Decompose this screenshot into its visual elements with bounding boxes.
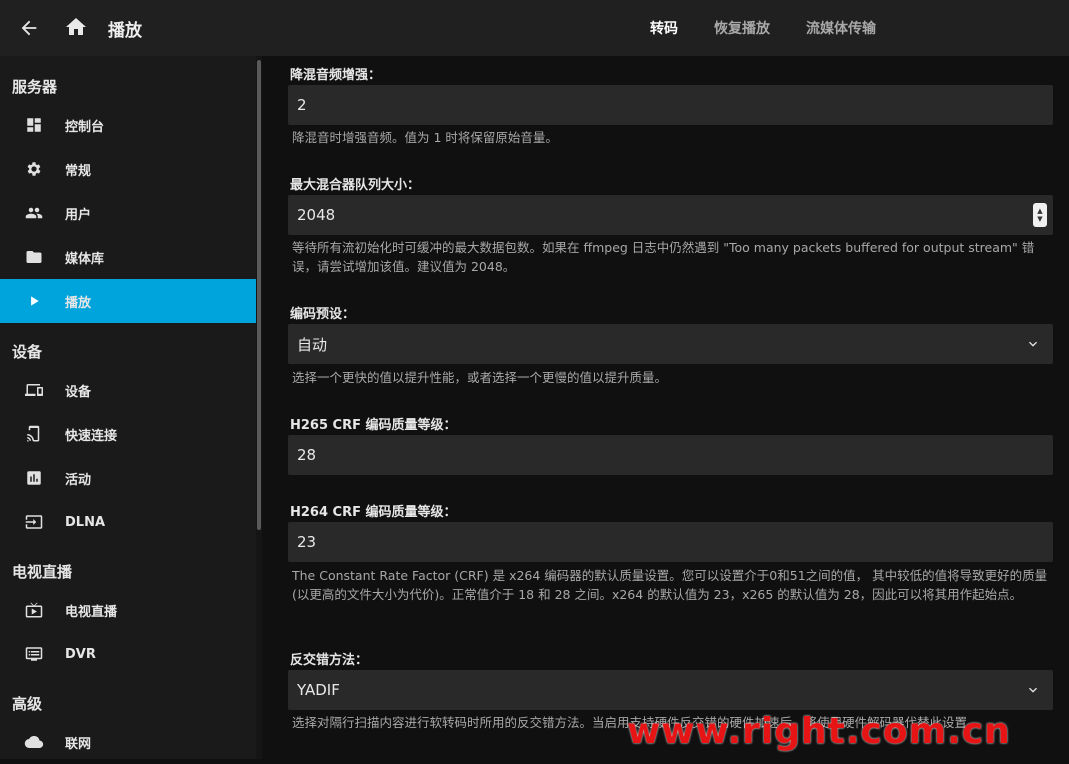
sidebar-item-label: 用户: [65, 207, 92, 223]
h265-crf-input[interactable]: 28: [288, 435, 1053, 475]
h265-crf-value: 28: [297, 446, 317, 464]
sidebar-item-label: 联网: [65, 736, 92, 752]
h264-crf-label: H264 CRF 编码质量等级：: [290, 505, 457, 520]
tab-resume[interactable]: 恢复播放: [696, 18, 788, 38]
sidebar-item-libraries[interactable]: 媒体库: [0, 235, 256, 279]
muxer-queue-label: 最大混合器队列大小：: [290, 178, 421, 193]
downmix-boost-value: 2: [297, 96, 307, 114]
devices-icon: [24, 380, 44, 400]
h265-crf-label: H265 CRF 编码质量等级：: [290, 418, 457, 433]
h264-crf-help: The Constant Rate Factor (CRF) 是 x264 编码…: [292, 568, 1048, 602]
gear-icon: [24, 159, 44, 179]
downmix-boost-input[interactable]: 2: [288, 85, 1053, 125]
muxer-queue-input[interactable]: 2048 ▲ ▼: [288, 195, 1053, 235]
page-title: 播放: [108, 21, 142, 41]
cloud-icon: [24, 732, 44, 752]
sidebar-item-label: 常规: [65, 163, 92, 179]
sidebar-item-activity[interactable]: 活动: [0, 456, 256, 500]
h264-crf-input[interactable]: 23: [288, 522, 1053, 562]
sidebar-item-label: 控制台: [65, 119, 105, 135]
sidebar-item-label: 媒体库: [65, 251, 105, 267]
sidebar-section-livetv: 电视直播: [12, 563, 73, 581]
sidebar-item-quick-connect[interactable]: 快速连接: [0, 412, 256, 456]
muxer-queue-help: 等待所有流初始化时可缓冲的最大数据包数。如果在 ffmpeg 日志中仍然遇到 "…: [292, 240, 1035, 274]
sidebar-item-label: 设备: [65, 384, 92, 400]
folder-icon: [24, 247, 44, 267]
back-arrow-icon[interactable]: [17, 16, 41, 40]
users-icon: [24, 203, 44, 223]
play-icon: [24, 291, 44, 311]
sidebar-item-dashboard[interactable]: 控制台: [0, 103, 256, 147]
dashboard-icon: [24, 115, 44, 135]
sidebar-item-networking[interactable]: 联网: [0, 720, 256, 764]
cast-icon: [24, 424, 44, 444]
activity-icon: [24, 468, 44, 488]
encoding-preset-select[interactable]: 自动: [288, 324, 1053, 364]
tv-icon: [24, 600, 44, 620]
sidebar-item-users[interactable]: 用户: [0, 191, 256, 235]
tab-transcoding[interactable]: 转码: [632, 18, 696, 38]
h264-crf-value: 23: [297, 533, 317, 551]
chevron-down-icon: [1023, 680, 1043, 700]
input-icon: [24, 512, 44, 532]
sidebar-section-server: 服务器: [12, 78, 58, 96]
sidebar-item-dlna[interactable]: DLNA: [0, 500, 256, 544]
sidebar-item-label: 活动: [65, 472, 92, 488]
sidebar-scrollbar-thumb[interactable]: [257, 60, 261, 530]
encoding-preset-help: 选择一个更快的值以提升性能，或者选择一个更慢的值以提升质量。: [292, 370, 668, 385]
sidebar-section-devices: 设备: [12, 343, 43, 361]
sidebar-item-dvr[interactable]: DVR: [0, 632, 256, 676]
sidebar-item-label: DVR: [65, 646, 96, 662]
deinterlace-label: 反交错方法：: [290, 653, 369, 668]
sidebar-item-label: 播放: [65, 295, 92, 311]
sidebar-item-label: 电视直播: [65, 604, 118, 620]
sidebar-item-general[interactable]: 常规: [0, 147, 256, 191]
home-icon[interactable]: [64, 15, 88, 39]
number-spinner-icon[interactable]: ▲ ▼: [1033, 203, 1047, 227]
deinterlace-value: YADIF: [297, 681, 340, 699]
app-header: 播放 转码 恢复播放 流媒体传输: [0, 0, 1069, 56]
site-watermark: www.right.com.cn: [627, 711, 1011, 752]
sidebar-item-label: 快速连接: [65, 428, 118, 444]
settings-panel: 降混音频增强： 2 降混音时增强音频。值为 1 时将保留原始音量。 最大混合器队…: [262, 56, 1069, 759]
sidebar-item-playback[interactable]: 播放: [0, 279, 256, 323]
encoding-preset-label: 编码预设：: [290, 307, 356, 322]
sidebar-section-advanced: 高级: [12, 695, 43, 713]
downmix-boost-help: 降混音时增强音频。值为 1 时将保留原始音量。: [292, 130, 558, 145]
chevron-down-icon: [1023, 334, 1043, 354]
muxer-queue-value: 2048: [297, 206, 336, 224]
sidebar-item-livetv[interactable]: 电视直播: [0, 588, 256, 632]
sidebar-item-label: DLNA: [65, 514, 106, 530]
encoding-preset-value: 自动: [297, 335, 328, 354]
downmix-boost-label: 降混音频增强：: [290, 68, 382, 83]
tab-bar: 转码 恢复播放 流媒体传输: [632, 0, 894, 56]
sidebar-item-devices[interactable]: 设备: [0, 368, 256, 412]
deinterlace-select[interactable]: YADIF: [288, 670, 1053, 710]
dvr-icon: [24, 644, 44, 664]
tab-streaming[interactable]: 流媒体传输: [788, 18, 894, 38]
sidebar: 服务器 控制台 常规 用户 媒体库 播放 设备 设备 快速连接 活动 DLNA …: [0, 56, 256, 759]
